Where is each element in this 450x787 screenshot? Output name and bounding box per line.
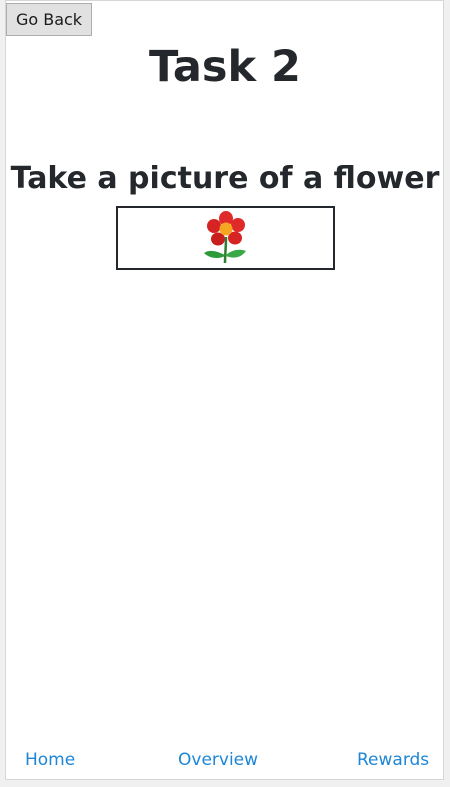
nav-home-link[interactable]: Home (25, 749, 75, 771)
go-back-button[interactable]: Go Back (6, 3, 92, 36)
page-title: Task 2 (149, 42, 301, 92)
task-instruction: Take a picture of a flower (10, 161, 440, 196)
nav-rewards-link[interactable]: Rewards (357, 749, 429, 771)
nav-overview-link[interactable]: Overview (178, 749, 258, 771)
flower-icon (203, 211, 246, 264)
app-frame (5, 0, 444, 780)
take-picture-button[interactable] (116, 206, 335, 270)
